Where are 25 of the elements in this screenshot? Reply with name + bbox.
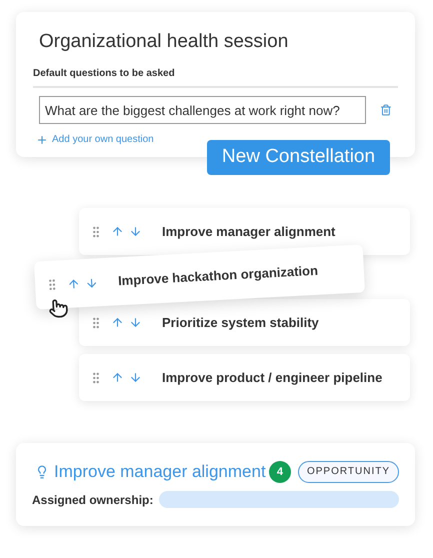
priority-label: Improve manager alignment [162, 222, 336, 241]
arrow-down-icon[interactable] [129, 316, 142, 329]
arrow-up-icon[interactable] [111, 371, 124, 384]
trash-icon[interactable] [380, 104, 392, 116]
result-title: Improve manager alignment [54, 461, 266, 483]
arrow-down-icon[interactable] [129, 225, 142, 238]
lightbulb-icon [35, 464, 49, 479]
ownership-field[interactable] [159, 491, 399, 508]
session-title: Organizational health session [38, 30, 290, 54]
section-label: Default questions to be asked [33, 66, 398, 88]
priority-label: Improve hackathon organization [118, 262, 318, 290]
ownership-label: Assigned ownership: [32, 492, 154, 508]
arrow-down-icon[interactable] [129, 371, 142, 384]
plus-icon[interactable] [36, 134, 48, 146]
question-field[interactable]: What are the biggest challenges at work right now? [39, 96, 366, 124]
arrow-up-icon[interactable] [111, 316, 124, 329]
opportunity-tag: OPPORTUNITY [298, 460, 399, 483]
priority-row[interactable]: Improve product / engineer pipeline [79, 354, 410, 401]
priority-row[interactable]: Prioritize system stability [79, 299, 410, 346]
hand-cursor-icon [48, 298, 69, 319]
score-badge: 4 [268, 460, 291, 483]
arrow-up-icon[interactable] [111, 225, 124, 238]
priority-label: Improve product / engineer pipeline [162, 368, 382, 387]
priority-label: Prioritize system stability [162, 314, 319, 332]
priority-row[interactable]: Improve manager alignment [79, 208, 410, 255]
